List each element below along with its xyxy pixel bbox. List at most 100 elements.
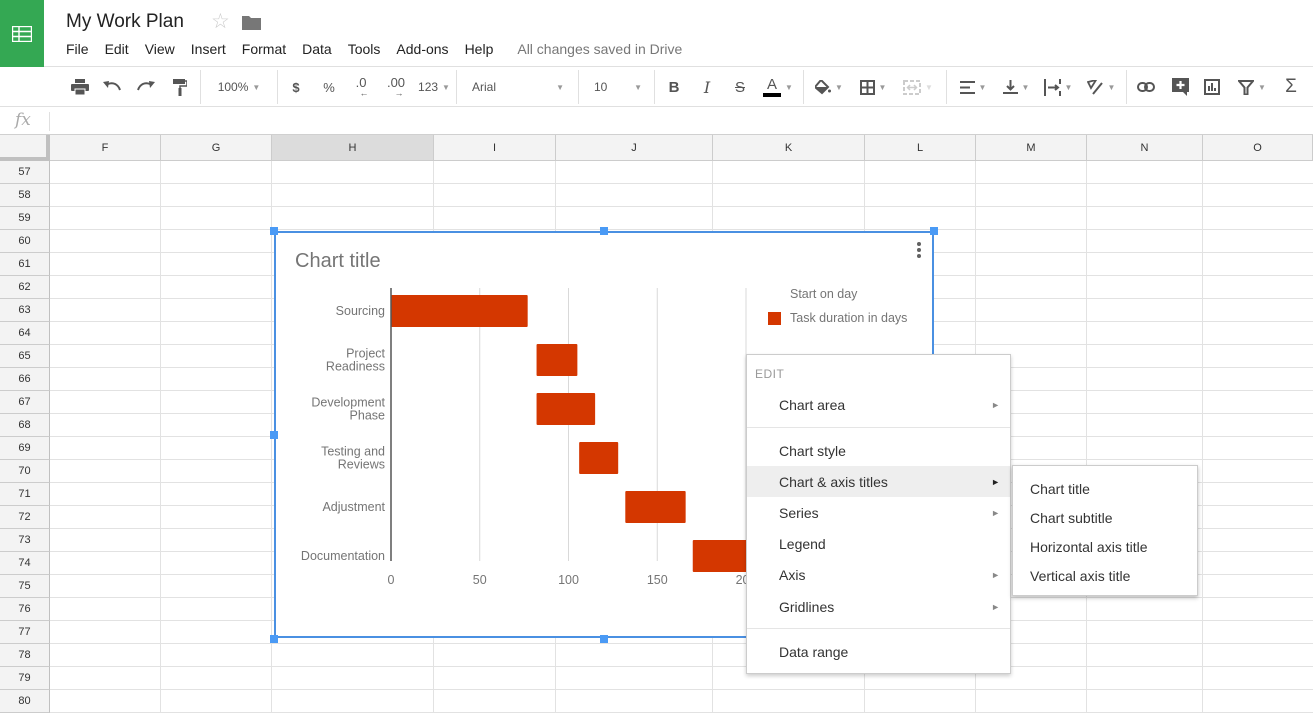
menu-insert[interactable]: Insert (191, 41, 226, 57)
column-header-k[interactable]: K (713, 135, 865, 161)
chart-title[interactable]: Chart title (295, 250, 381, 273)
functions-button[interactable]: Σ (1280, 67, 1302, 107)
menu-item-data-range[interactable]: Data range (747, 636, 1010, 667)
resize-handle-bl[interactable] (270, 635, 278, 643)
save-status[interactable]: All changes saved in Drive (517, 41, 682, 57)
formula-input[interactable] (56, 108, 1306, 134)
row-header-70[interactable]: 70 (0, 460, 50, 483)
horizontal-align-button[interactable]: ▼ (955, 67, 991, 107)
insert-comment-button[interactable] (1169, 67, 1191, 107)
vertical-align-button[interactable]: ▼ (998, 67, 1034, 107)
column-header-i[interactable]: I (434, 135, 556, 161)
font-size-select[interactable]: 10 ▼ (586, 67, 650, 107)
column-header-n[interactable]: N (1087, 135, 1203, 161)
zoom-select[interactable]: 100% ▼ (208, 67, 270, 107)
menu-data[interactable]: Data (302, 41, 332, 57)
menu-view[interactable]: View (145, 41, 175, 57)
row-header-69[interactable]: 69 (0, 437, 50, 460)
merge-cells-button[interactable]: ▼ (898, 67, 938, 107)
folder-icon[interactable] (242, 15, 261, 30)
resize-handle-l[interactable] (270, 431, 278, 439)
row-header-78[interactable]: 78 (0, 644, 50, 667)
column-header-j[interactable]: J (556, 135, 713, 161)
filter-button[interactable]: ▼ (1234, 67, 1270, 107)
row-header-63[interactable]: 63 (0, 299, 50, 322)
resize-handle-t[interactable] (600, 227, 608, 235)
menu-item-axis[interactable]: Axis ► (747, 559, 1010, 590)
menu-item-chart-axis-titles[interactable]: Chart & axis titles ► (747, 466, 1010, 497)
sheets-logo-icon[interactable] (0, 0, 44, 67)
menu-file[interactable]: File (66, 41, 89, 57)
menu-tools[interactable]: Tools (348, 41, 381, 57)
row-header-67[interactable]: 67 (0, 391, 50, 414)
borders-button[interactable]: ▼ (856, 67, 890, 107)
row-header-58[interactable]: 58 (0, 184, 50, 207)
row-header-77[interactable]: 77 (0, 621, 50, 644)
row-header-74[interactable]: 74 (0, 552, 50, 575)
row-header-71[interactable]: 71 (0, 483, 50, 506)
row-header-80[interactable]: 80 (0, 690, 50, 713)
column-header-o[interactable]: O (1203, 135, 1313, 161)
bold-button[interactable]: B (664, 67, 684, 107)
select-all-corner[interactable] (0, 135, 50, 161)
strikethrough-button[interactable]: S (730, 67, 750, 107)
row-header-66[interactable]: 66 (0, 368, 50, 391)
undo-button[interactable] (100, 67, 124, 107)
row-header-75[interactable]: 75 (0, 575, 50, 598)
menu-item-series[interactable]: Series ► (747, 497, 1010, 528)
menu-item-gridlines[interactable]: Gridlines ► (747, 591, 1010, 622)
menu-item-chart-area[interactable]: Chart area ► (747, 389, 1010, 420)
row-header-73[interactable]: 73 (0, 529, 50, 552)
resize-handle-tr[interactable] (930, 227, 938, 235)
text-rotation-button[interactable]: ▼ (1082, 67, 1120, 107)
menu-item-legend[interactable]: Legend (747, 528, 1010, 559)
increase-decimals-button[interactable]: .00 → (382, 67, 410, 107)
column-header-h[interactable]: H (272, 135, 434, 161)
row-header-60[interactable]: 60 (0, 230, 50, 253)
percent-format-button[interactable]: % (319, 67, 339, 107)
row-header-68[interactable]: 68 (0, 414, 50, 437)
insert-link-button[interactable] (1135, 67, 1157, 107)
more-formats-button[interactable]: 123 ▼ (413, 67, 455, 107)
submenu-item-chart-subtitle[interactable]: Chart subtitle (1013, 503, 1197, 532)
legend-item-duration[interactable]: Task duration in days (790, 311, 907, 325)
chart-menu-kebab-icon[interactable] (916, 242, 922, 260)
resize-handle-tl[interactable] (270, 227, 278, 235)
insert-chart-button[interactable] (1201, 67, 1223, 107)
menu-edit[interactable]: Edit (105, 41, 129, 57)
row-header-79[interactable]: 79 (0, 667, 50, 690)
fill-color-button[interactable]: ▼ (812, 67, 846, 107)
currency-format-button[interactable]: $ (286, 67, 306, 107)
star-icon[interactable]: ☆ (211, 9, 230, 34)
row-header-72[interactable]: 72 (0, 506, 50, 529)
row-header-62[interactable]: 62 (0, 276, 50, 299)
column-header-f[interactable]: F (50, 135, 161, 161)
column-header-m[interactable]: M (976, 135, 1087, 161)
italic-button[interactable]: I (697, 67, 717, 107)
menu-format[interactable]: Format (242, 41, 286, 57)
print-button[interactable] (68, 67, 92, 107)
font-family-select[interactable]: Arial ▼ (464, 67, 572, 107)
text-wrapping-button[interactable]: ▼ (1040, 67, 1076, 107)
legend-item-start[interactable]: Start on day (790, 287, 857, 301)
redo-button[interactable] (134, 67, 158, 107)
row-header-65[interactable]: 65 (0, 345, 50, 368)
menu-addons[interactable]: Add-ons (396, 41, 448, 57)
resize-handle-b[interactable] (600, 635, 608, 643)
row-header-57[interactable]: 57 (0, 161, 50, 184)
submenu-item-horizontal-axis-title[interactable]: Horizontal axis title (1013, 532, 1197, 561)
column-header-g[interactable]: G (161, 135, 272, 161)
menu-item-chart-style[interactable]: Chart style (747, 435, 1010, 466)
row-header-64[interactable]: 64 (0, 322, 50, 345)
submenu-item-vertical-axis-title[interactable]: Vertical axis title (1013, 561, 1197, 590)
submenu-item-chart-title[interactable]: Chart title (1013, 474, 1197, 503)
row-header-61[interactable]: 61 (0, 253, 50, 276)
text-color-button[interactable]: A ▼ (760, 67, 796, 107)
paint-format-button[interactable] (168, 67, 192, 107)
column-header-l[interactable]: L (865, 135, 976, 161)
document-title[interactable]: My Work Plan (66, 11, 184, 33)
row-header-76[interactable]: 76 (0, 598, 50, 621)
row-header-59[interactable]: 59 (0, 207, 50, 230)
decrease-decimals-button[interactable]: .0 ← (348, 67, 374, 107)
menu-help[interactable]: Help (465, 41, 494, 57)
